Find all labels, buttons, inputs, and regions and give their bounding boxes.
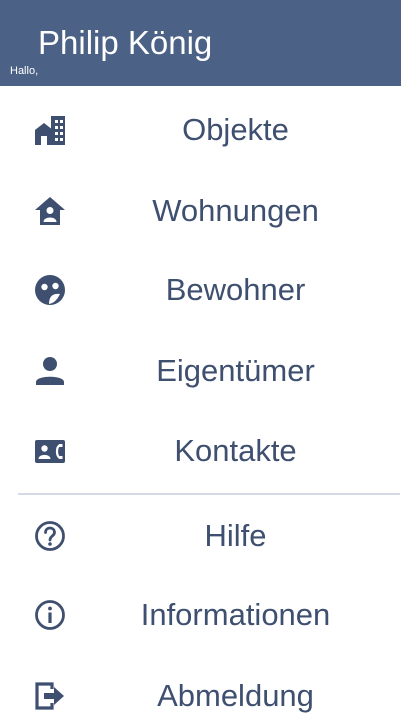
menu-item-objekte[interactable]: Objekte	[0, 93, 401, 167]
menu-item-label: Hilfe	[204, 518, 267, 553]
greeting-text: Hallo,	[10, 65, 39, 77]
building-icon	[34, 114, 66, 146]
person-icon	[34, 355, 66, 387]
menu-item-abmeldung[interactable]: Abmeldung	[0, 659, 401, 720]
drawer-header: Philip König Hallo,	[0, 0, 401, 86]
help-circle-icon	[34, 520, 66, 552]
menu-item-kontakte[interactable]: Kontakte	[0, 414, 401, 488]
menu-item-eigentuemer[interactable]: Eigentümer	[0, 334, 401, 408]
home-icon	[34, 195, 66, 227]
contacts-icon	[34, 435, 66, 467]
info-circle-icon	[34, 599, 66, 631]
menu-item-wohnungen[interactable]: Wohnungen	[0, 174, 401, 248]
menu-item-label: Eigentümer	[156, 353, 315, 388]
menu-item-label: Kontakte	[174, 433, 297, 468]
menu-item-label: Informationen	[140, 597, 331, 632]
menu-item-hilfe[interactable]: Hilfe	[0, 499, 401, 573]
navigation-drawer: Philip König Hallo, Objekte Wohnungen Be…	[0, 0, 401, 720]
logout-icon	[34, 680, 66, 712]
face-icon	[34, 274, 66, 306]
menu-item-label: Wohnungen	[152, 193, 319, 228]
menu-item-label: Objekte	[182, 112, 289, 147]
menu-item-bewohner[interactable]: Bewohner	[0, 253, 401, 327]
menu-item-label: Abmeldung	[157, 678, 314, 713]
menu-divider	[18, 493, 400, 495]
menu-item-informationen[interactable]: Informationen	[0, 578, 401, 652]
menu-item-label: Bewohner	[165, 272, 306, 307]
user-name: Philip König	[38, 24, 213, 61]
